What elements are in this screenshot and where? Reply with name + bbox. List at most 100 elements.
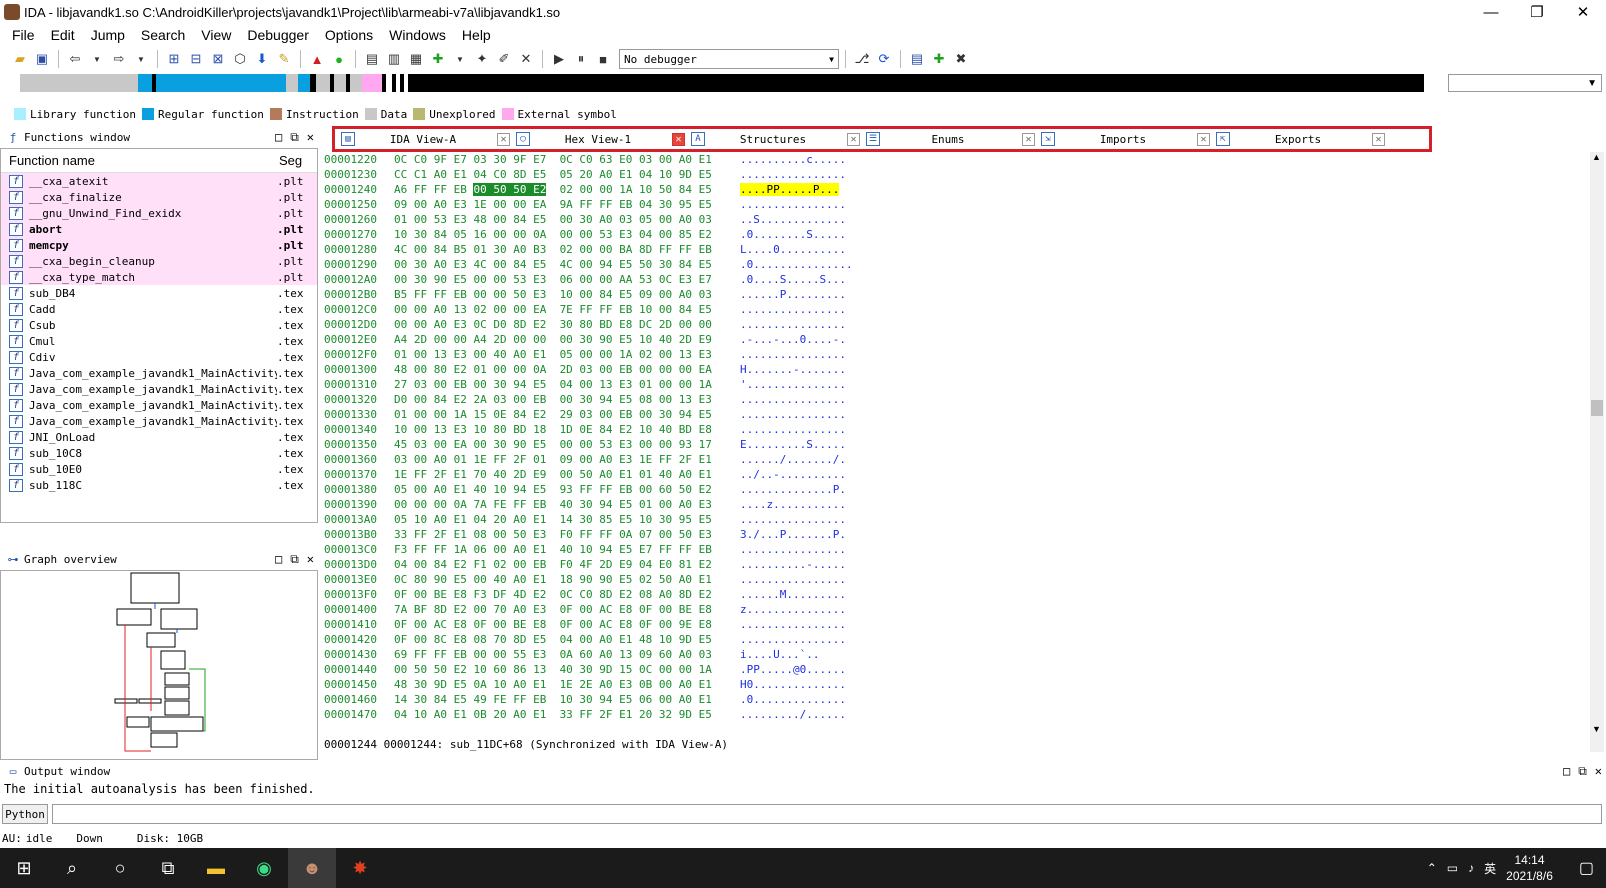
network-icon[interactable]: ▭ <box>1447 861 1458 875</box>
tool-icon[interactable]: ✦ <box>472 49 492 69</box>
hex-row[interactable]: 00001250 09 00 A0 E3 1E 00 00 EA 9A FF FF… <box>324 197 1588 212</box>
hex-row[interactable]: 00001420 0F 00 8C E8 08 70 8D E5 04 00 A0… <box>324 632 1588 647</box>
close-icon[interactable]: ✕ <box>672 132 685 146</box>
hex-view[interactable]: 00001220 0C C0 9F E7 03 30 9F E7 0C C0 63… <box>324 152 1588 732</box>
notification-icon[interactable]: ▢ <box>1579 858 1594 878</box>
close-icon[interactable]: ✕ <box>1197 132 1210 146</box>
hex-row[interactable]: 000013B0 33 FF 2F E1 08 00 50 E3 F0 FF FF… <box>324 527 1588 542</box>
windows-start-icon[interactable]: ⊞ <box>0 848 48 888</box>
hex-row[interactable]: 00001380 05 00 A0 E1 40 10 94 E5 93 FF FF… <box>324 482 1588 497</box>
function-row[interactable]: f memcpy .plt <box>1 237 317 253</box>
tab-enums[interactable]: ☰ Enums ✕ <box>860 129 1035 149</box>
pause-icon[interactable]: ⏸ <box>571 49 591 69</box>
function-row[interactable]: f sub_10E0 .tex <box>1 461 317 477</box>
close-button[interactable]: ✕ <box>1560 0 1606 24</box>
breakpoint-list-icon[interactable]: ▤ <box>907 49 927 69</box>
panel-float-icon[interactable]: ⧉ <box>290 130 299 145</box>
function-row[interactable]: f Cmul .tex <box>1 333 317 349</box>
panel-close-icon[interactable]: ✕ <box>307 130 314 145</box>
function-row[interactable]: f Cadd .tex <box>1 301 317 317</box>
forward-arrow-icon[interactable]: ⇨ <box>109 49 129 69</box>
navigation-band[interactable] <box>10 74 1434 92</box>
panel-close-icon[interactable]: ✕ <box>1595 764 1602 779</box>
function-row[interactable]: f sub_DB4 .tex <box>1 285 317 301</box>
search-icon[interactable]: ⌕ <box>48 848 96 888</box>
hex-row[interactable]: 00001280 4C 00 84 B5 01 30 A0 B3 02 00 00… <box>324 242 1588 257</box>
text-search-icon[interactable]: ⊟ <box>186 49 206 69</box>
hex-row[interactable]: 000012B0 B5 FF FF EB 00 00 50 E3 10 00 84… <box>324 287 1588 302</box>
hex-row[interactable]: 000013F0 0F 00 BE E8 F3 DF 4D E2 0C C0 8D… <box>324 587 1588 602</box>
hex-row[interactable]: 000013D0 04 00 84 E2 F1 02 00 EB F0 4F 2D… <box>324 557 1588 572</box>
hex-row[interactable]: 000012A0 00 30 90 E5 00 00 53 E3 06 00 00… <box>324 272 1588 287</box>
nav-band-select[interactable]: ▼ <box>1448 74 1602 92</box>
code-icon[interactable]: ▦ <box>406 49 426 69</box>
hex-row[interactable]: 00001320 D0 00 84 E2 2A 03 00 EB 00 30 94… <box>324 392 1588 407</box>
ida-taskbar-icon[interactable]: ☻ <box>288 848 336 888</box>
hex-row[interactable]: 00001430 69 FF FF EB 00 00 55 E3 0A 60 A0… <box>324 647 1588 662</box>
python-command-input[interactable] <box>52 804 1602 824</box>
sync-icon[interactable]: ⟳ <box>874 49 894 69</box>
scroll-up-icon[interactable]: ▲ <box>1592 152 1601 162</box>
dropdown-arrow-icon[interactable]: ▼ <box>450 49 470 69</box>
tab-imports[interactable]: ⇲ Imports ✕ <box>1035 129 1210 149</box>
hex-row[interactable]: 00001340 10 00 13 E3 10 80 BD 18 1D 0E 84… <box>324 422 1588 437</box>
hex-row[interactable]: 00001450 48 30 9D E5 0A 10 A0 E1 1E 2E A0… <box>324 677 1588 692</box>
hex-row[interactable]: 00001350 45 03 00 EA 00 30 90 E5 00 00 53… <box>324 437 1588 452</box>
hex-row[interactable]: 00001360 03 00 A0 01 1E FF 2F 01 09 00 A0… <box>324 452 1588 467</box>
chevron-up-icon[interactable]: ⌃ <box>1427 861 1437 875</box>
hex-row[interactable]: 000013C0 F3 FF FF 1A 06 00 A0 E1 40 10 94… <box>324 542 1588 557</box>
stop-icon[interactable]: ■ <box>593 49 613 69</box>
function-row[interactable]: f __cxa_atexit .plt <box>1 173 317 189</box>
hex-row[interactable]: 000012D0 00 00 A0 E3 0C D0 8D E2 30 80 BD… <box>324 317 1588 332</box>
panel-close-icon[interactable]: ✕ <box>307 552 314 567</box>
segment-icon[interactable]: ▤ <box>362 49 382 69</box>
function-row[interactable]: f abort .plt <box>1 221 317 237</box>
hex-row[interactable]: 00001310 27 03 00 EB 00 30 94 E5 04 00 13… <box>324 377 1588 392</box>
panel-maximize-icon[interactable]: □ <box>1563 764 1570 779</box>
panel-float-icon[interactable]: ⧉ <box>290 552 299 567</box>
add-icon[interactable]: ✚ <box>428 49 448 69</box>
clock[interactable]: 14:14 2021/8/6 <box>1506 852 1553 884</box>
dropdown-arrow-icon[interactable]: ▼ <box>131 49 151 69</box>
hex-row[interactable]: 00001390 00 00 00 0A 7A FE FF EB 40 30 94… <box>324 497 1588 512</box>
hex-row[interactable]: 00001460 14 30 84 E5 49 FE FF EB 10 30 94… <box>324 692 1588 707</box>
tab-ida-view-a[interactable]: ▤ IDA View-A ✕ <box>335 129 510 149</box>
hex-row[interactable]: 000012F0 01 00 13 E3 00 40 A0 E1 05 00 00… <box>324 347 1588 362</box>
python-button[interactable]: Python <box>2 804 48 824</box>
remove-breakpoint-icon[interactable]: ✖ <box>951 49 971 69</box>
hex-row[interactable]: 00001270 10 30 84 05 16 00 00 0A 00 00 53… <box>324 227 1588 242</box>
function-row[interactable]: f __cxa_type_match .plt <box>1 269 317 285</box>
function-row[interactable]: f Java_com_example_javandk1_MainActivity…… <box>1 397 317 413</box>
cross-icon[interactable]: ✕ <box>516 49 536 69</box>
menu-edit[interactable]: Edit <box>43 27 83 43</box>
menu-file[interactable]: File <box>4 27 43 43</box>
function-row[interactable]: f __gnu_Unwind_Find_exidx .plt <box>1 205 317 221</box>
hex-row[interactable]: 00001240 A6 FF FF EB 00 50 50 E2 02 00 00… <box>324 182 1588 197</box>
hex-row[interactable]: 00001370 1E FF 2F E1 70 40 2D E9 00 50 A0… <box>324 467 1588 482</box>
function-row[interactable]: f sub_10C8 .tex <box>1 445 317 461</box>
play-icon[interactable]: ▶ <box>549 49 569 69</box>
function-row[interactable]: f Java_com_example_javandk1_MainActivity…… <box>1 381 317 397</box>
hex-row[interactable]: 00001410 0F 00 AC E8 0F 00 BE E8 0F 00 AC… <box>324 617 1588 632</box>
function-row[interactable]: f Java_com_example_javandk1_MainActivity…… <box>1 365 317 381</box>
column-function-name[interactable]: Function name <box>1 153 279 168</box>
hex-row[interactable]: 000013A0 05 10 A0 E1 04 20 A0 E1 14 30 85… <box>324 512 1588 527</box>
back-arrow-icon[interactable]: ⇦ <box>65 49 85 69</box>
tab-exports[interactable]: ⇱ Exports ✕ <box>1210 129 1385 149</box>
hex-row[interactable]: 00001470 04 10 A0 E1 0B 20 A0 E1 33 FF 2F… <box>324 707 1588 722</box>
open-folder-icon[interactable]: ▰ <box>10 49 30 69</box>
hex-row[interactable]: 00001300 48 00 80 E2 01 00 00 0A 2D 03 00… <box>324 362 1588 377</box>
edit-icon[interactable]: ✐ <box>494 49 514 69</box>
save-icon[interactable]: ▣ <box>32 49 52 69</box>
function-row[interactable]: f JNI_OnLoad .tex <box>1 429 317 445</box>
ime-indicator[interactable]: 英 <box>1484 860 1496 877</box>
add-breakpoint-icon[interactable]: ✚ <box>929 49 949 69</box>
menu-view[interactable]: View <box>193 27 239 43</box>
hex-row[interactable]: 00001440 00 50 50 E2 10 60 86 13 40 30 9D… <box>324 662 1588 677</box>
step-icon[interactable]: ⎇ <box>852 49 872 69</box>
close-icon[interactable]: ✕ <box>497 132 510 146</box>
tab-hex-view-1[interactable]: ◯ Hex View-1 ✕ <box>510 129 685 149</box>
hex-row[interactable]: 00001290 00 30 A0 E3 4C 00 84 E5 4C 00 94… <box>324 257 1588 272</box>
menu-windows[interactable]: Windows <box>381 27 454 43</box>
pen-icon[interactable]: ✎ <box>274 49 294 69</box>
